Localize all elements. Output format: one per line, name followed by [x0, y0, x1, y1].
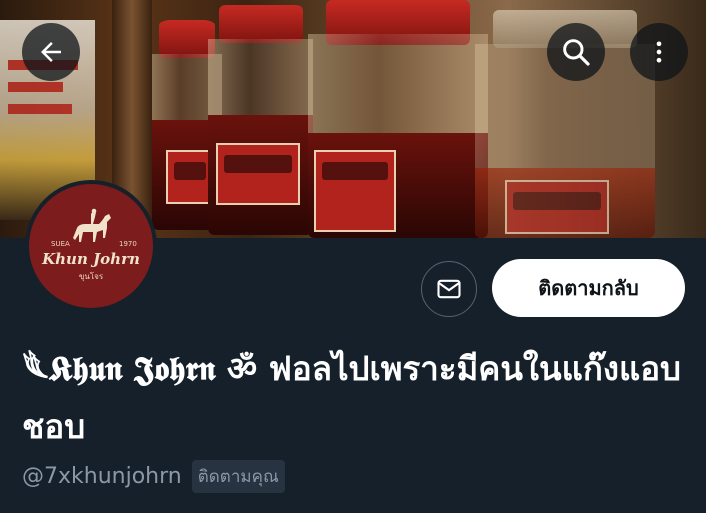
banner-jar	[208, 5, 313, 235]
envelope-icon	[437, 279, 461, 299]
arrow-left-icon	[41, 42, 61, 62]
handle-row: @7xkhunjohrn ติดตามคุณ	[22, 459, 285, 493]
message-button[interactable]	[421, 261, 477, 317]
avatar-sub-text: ขุนโจร	[78, 272, 104, 281]
avatar[interactable]: SUEA 1970 Khun Johrn ขุนโจร	[25, 180, 157, 312]
horse-rider-icon	[73, 208, 111, 242]
username-handle: @7xkhunjohrn	[22, 463, 182, 489]
search-icon	[563, 39, 590, 66]
more-button[interactable]	[630, 23, 688, 81]
display-name: 𓆰𝕶𝖍𝖚𝖓 𝕵𝖔𝖍𝖗𝖓 ॐ ฟอลไปเพราะมีคนในแก๊งแอบชอบ	[22, 349, 681, 446]
avatar-brand: Khun Johrn	[42, 250, 140, 268]
more-vertical-icon	[656, 41, 662, 63]
avatar-left-text: SUEA	[51, 240, 70, 248]
back-button[interactable]	[22, 23, 80, 81]
search-button[interactable]	[547, 23, 605, 81]
follows-you-badge: ติดตามคุณ	[191, 459, 285, 493]
follow-back-button[interactable]: ติดตามกลับ	[492, 259, 685, 317]
avatar-right-text: 1970	[119, 240, 137, 248]
avatar-image: SUEA 1970 Khun Johrn ขุนโจร	[29, 184, 153, 308]
banner-jar	[308, 0, 488, 238]
